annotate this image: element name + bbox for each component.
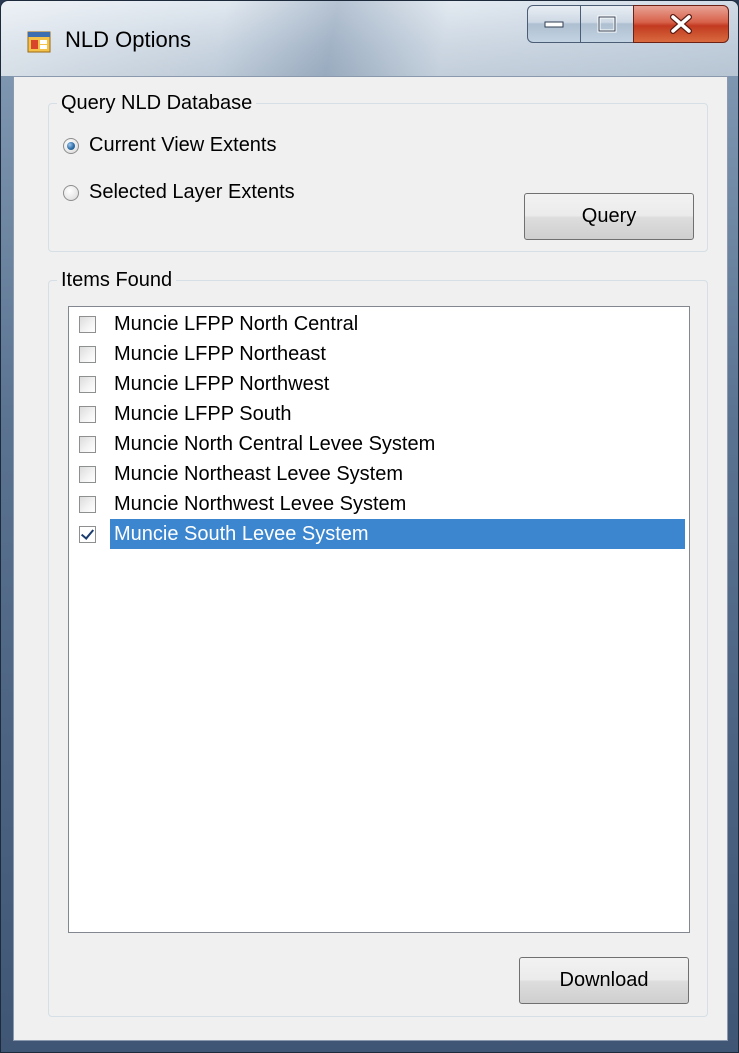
item-label: Muncie North Central Levee System bbox=[114, 433, 436, 455]
download-button[interactable]: Download bbox=[519, 957, 689, 1004]
item-checkbox[interactable] bbox=[79, 435, 96, 453]
radio-label-selected-layer: Selected Layer Extents bbox=[89, 181, 295, 203]
item-label: Muncie LFPP South bbox=[114, 403, 292, 425]
title-bar[interactable]: NLD Options bbox=[1, 1, 738, 76]
maximize-button[interactable] bbox=[580, 5, 634, 43]
nld-options-window: NLD Options Query NLD Database Current V… bbox=[0, 0, 739, 1053]
item-checkbox[interactable] bbox=[79, 495, 96, 513]
close-button[interactable] bbox=[633, 5, 729, 43]
item-checkbox[interactable] bbox=[79, 345, 96, 363]
items-group-label: Items Found bbox=[57, 269, 177, 291]
query-nld-database-group: Query NLD Database Current View Extents … bbox=[48, 92, 708, 252]
dialog-client-area: Query NLD Database Current View Extents … bbox=[13, 76, 728, 1041]
item-checkbox[interactable] bbox=[79, 465, 96, 483]
radio-button-checked[interactable] bbox=[63, 137, 79, 154]
item-checkbox[interactable] bbox=[79, 375, 96, 393]
radio-current-view-extents[interactable]: Current View Extents bbox=[63, 134, 277, 157]
radio-button-unchecked[interactable] bbox=[63, 184, 79, 201]
item-label: Muncie Northeast Levee System bbox=[114, 463, 404, 485]
item-label: Muncie LFPP Northeast bbox=[114, 343, 326, 365]
item-checkbox[interactable] bbox=[79, 405, 96, 423]
item-label: Muncie Northwest Levee System bbox=[114, 493, 407, 515]
list-item-selected[interactable]: Muncie South Levee System bbox=[75, 519, 685, 549]
list-item[interactable]: Muncie LFPP Northeast bbox=[75, 339, 685, 369]
query-group-label: Query NLD Database bbox=[57, 92, 257, 114]
list-item[interactable]: Muncie LFPP South bbox=[75, 399, 685, 429]
window-title: NLD Options bbox=[65, 27, 191, 52]
item-checkbox[interactable] bbox=[79, 315, 96, 333]
list-item[interactable]: Muncie Northeast Levee System bbox=[75, 459, 685, 489]
items-found-list[interactable]: Muncie LFPP North Central Muncie LFPP No… bbox=[68, 306, 690, 933]
radio-selected-layer-extents[interactable]: Selected Layer Extents bbox=[63, 181, 295, 204]
radio-label-current-view: Current View Extents bbox=[89, 134, 277, 156]
item-checkbox-checked[interactable] bbox=[79, 525, 96, 543]
app-icon bbox=[27, 31, 51, 53]
list-item[interactable]: Muncie LFPP North Central bbox=[75, 309, 685, 339]
list-item[interactable]: Muncie North Central Levee System bbox=[75, 429, 685, 459]
maximize-icon bbox=[597, 15, 617, 33]
list-item[interactable]: Muncie Northwest Levee System bbox=[75, 489, 685, 519]
minimize-icon bbox=[544, 21, 564, 28]
item-label: Muncie LFPP North Central bbox=[114, 313, 359, 335]
close-icon bbox=[670, 14, 692, 34]
minimize-button[interactable] bbox=[527, 5, 581, 43]
item-label: Muncie LFPP Northwest bbox=[114, 373, 330, 395]
query-button[interactable]: Query bbox=[524, 193, 694, 240]
list-item[interactable]: Muncie LFPP Northwest bbox=[75, 369, 685, 399]
item-label: Muncie South Levee System bbox=[110, 519, 685, 549]
